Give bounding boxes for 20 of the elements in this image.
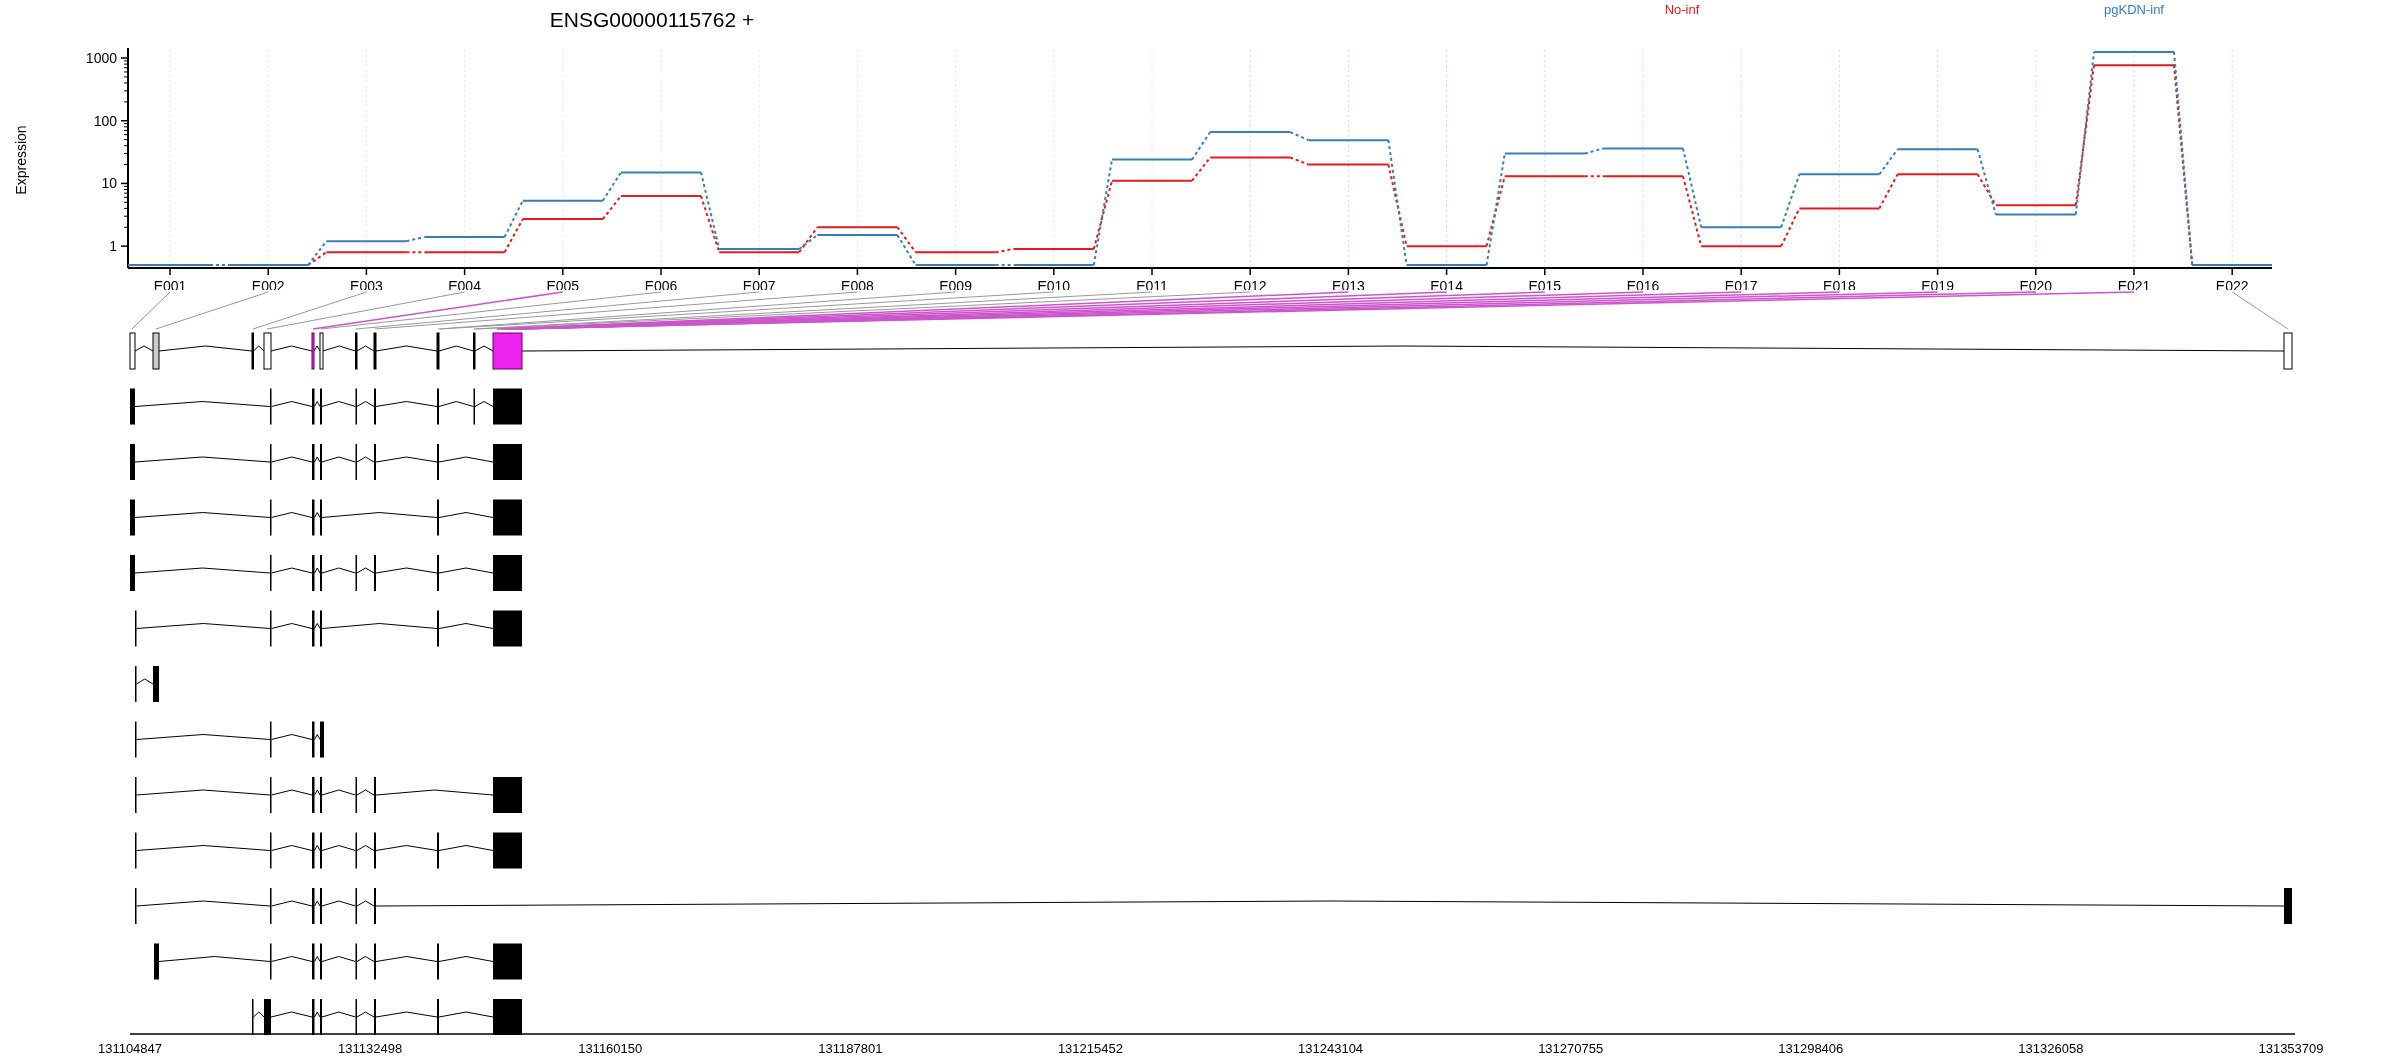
- genomic-position-label: 131270755: [1538, 1041, 1604, 1056]
- genomic-position-label: 131326058: [2018, 1041, 2084, 1056]
- y-axis-label: Expression: [13, 125, 29, 195]
- genomic-position-label: 131298406: [1778, 1041, 1844, 1056]
- legend-label: pgKDN-inf: [2104, 2, 2164, 17]
- legend-label: No-inf: [1664, 2, 1700, 17]
- genomic-position-label: 131104847: [97, 1041, 163, 1056]
- leader-line: [2231, 291, 2289, 330]
- y-tick-label: 100: [93, 112, 117, 129]
- plot-title: ENSG00000115762 +: [549, 8, 755, 31]
- y-tick-label: 10: [101, 175, 117, 192]
- transcript-drawing: [135, 666, 159, 702]
- genomic-position-label: 131353709: [2258, 1041, 2324, 1056]
- genomic-position-label: 131160150: [578, 1041, 643, 1056]
- genomic-position-label: 131215452: [1057, 1041, 1123, 1056]
- genomic-position-label: 131132498: [338, 1041, 403, 1056]
- genomic-position-label: 131243104: [1298, 1041, 1364, 1056]
- y-tick-label: 1: [109, 238, 117, 255]
- genomic-position-label: 131187801: [818, 1041, 883, 1056]
- y-tick-label: 1000: [85, 50, 117, 67]
